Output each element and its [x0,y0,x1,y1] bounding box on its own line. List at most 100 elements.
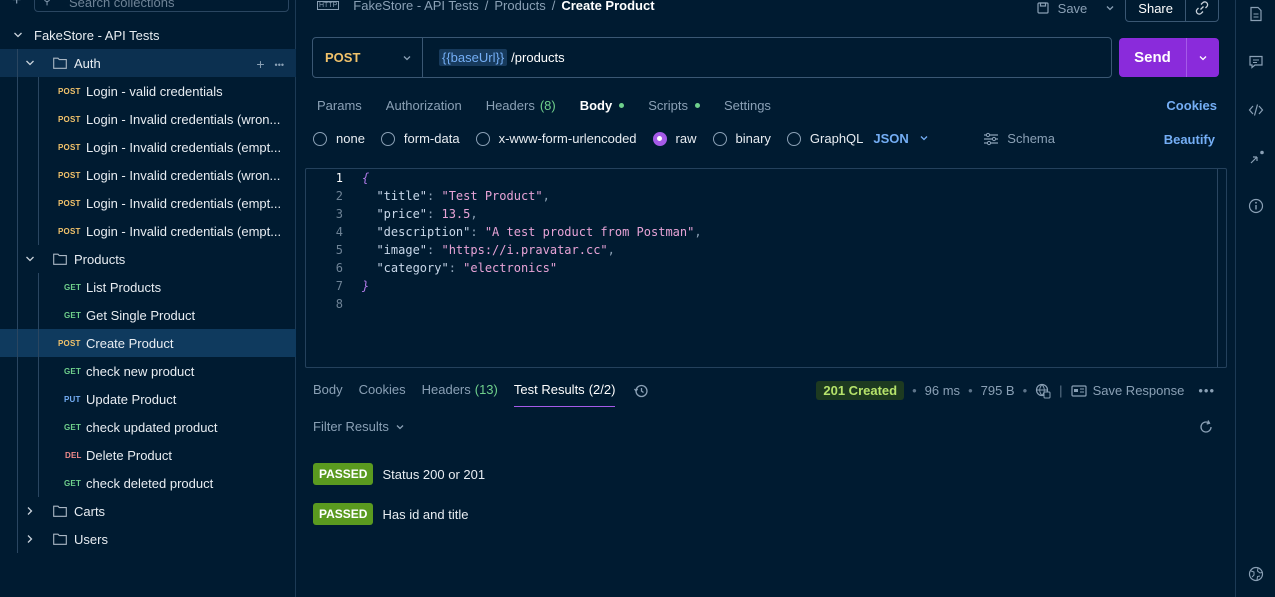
method-select[interactable]: POST [313,38,423,77]
documentation-icon[interactable] [1248,6,1264,22]
copy-link-button[interactable] [1185,0,1218,22]
more-options-icon[interactable]: ••• [1198,383,1215,398]
status-badge[interactable]: 201 Created [816,381,905,400]
refresh-icon[interactable] [1198,419,1214,438]
request-item[interactable]: POST Login - Invalid credentials (empt... [0,133,296,161]
response-tab-cookies[interactable]: Cookies [359,382,406,407]
request-item[interactable]: DEL Delete Product [0,441,296,469]
search-collections-input[interactable]: ⚲ Search collections [34,0,289,12]
request-label: check deleted product [86,476,214,491]
request-item[interactable]: POST Login - Invalid credentials (empt... [0,217,296,245]
tab-authorization[interactable]: Authorization [386,96,462,114]
save-button[interactable]: Save [1036,1,1116,16]
radio-button[interactable] [712,131,727,146]
chevron-down-icon[interactable] [25,58,35,68]
response-tab-test-results[interactable]: Test Results (2/2) [513,382,616,407]
tab-headers[interactable]: Headers (8) [486,96,556,114]
right-rail [1235,0,1275,597]
folder-row-users[interactable]: Users [0,525,296,553]
request-item[interactable]: GET check updated product [0,413,296,441]
response-tab-headers[interactable]: Headers (13) [422,382,498,407]
share-button[interactable]: Share [1125,0,1219,22]
chevron-right-icon[interactable] [25,534,35,544]
response-time[interactable]: 96 ms [925,383,960,398]
tree-guide-line [38,273,39,497]
format-select[interactable]: JSON [873,131,928,146]
code-token: "description" [362,225,471,239]
collection-row[interactable]: FakeStore - API Tests [0,21,296,49]
tab-label: Settings [723,97,771,113]
body-type-raw[interactable]: raw [652,131,697,146]
url-input[interactable]: {{baseUrl}} /products [439,49,565,66]
chevron-down-icon[interactable] [13,30,23,40]
info-icon[interactable] [1248,198,1264,214]
request-item[interactable]: POST Login - valid credentials [0,77,296,105]
share-label: Share [1138,0,1173,16]
request-item[interactable]: POST Login - Invalid credentials (wron... [0,161,296,189]
breadcrumb-folder[interactable]: Products [494,0,545,13]
code-token: "title" [362,189,428,203]
code-line: 2 "title": "Test Product", [306,187,1226,205]
radio-button[interactable] [313,131,327,146]
body-editor[interactable]: 1{2 "title": "Test Product", 3 "price": 1… [305,168,1227,368]
response-history-button[interactable] [633,383,649,402]
save-response-button[interactable]: Save Response [1070,383,1185,398]
request-item[interactable]: PUT Update Product [0,385,296,413]
request-label: Create Product [86,336,174,351]
network-info-icon[interactable] [1035,383,1051,399]
body-type-binary[interactable]: binary [712,131,771,146]
environment-globe-icon[interactable] [1248,566,1264,582]
schema-icon [984,132,999,145]
body-type-graphql[interactable]: GraphQL [786,131,863,146]
radio-button[interactable] [475,131,490,146]
code-token: : [448,261,464,275]
breadcrumb-collection[interactable]: FakeStore - API Tests [353,0,478,13]
url-variable: {{baseUrl}} [439,49,508,66]
chevron-down-icon[interactable] [1105,3,1115,13]
header-actions: Save Share [1036,0,1219,22]
test-name: Status 200 or 201 [382,466,486,482]
response-size[interactable]: 795 B [981,383,1015,398]
more-options-icon[interactable]: ••• [275,60,284,72]
request-item[interactable]: GET Get Single Product [0,301,296,329]
tab-params[interactable]: Params [317,96,362,114]
tab-settings[interactable]: Settings [724,96,771,114]
url-bar: POST {{baseUrl}} /products [312,37,1112,78]
body-type-x-www-form-urlencoded[interactable]: x-www-form-urlencoded [475,131,637,146]
radio-button[interactable] [652,131,667,146]
send-button[interactable]: Send [1119,49,1186,66]
breadcrumb-separator: / [551,0,556,13]
save-response-label: Save Response [1092,383,1185,398]
tab-scripts[interactable]: Scripts [648,96,700,114]
radio-button[interactable] [380,131,395,146]
folder-row-auth[interactable]: Auth + ••• [0,49,296,77]
related-collections-icon[interactable] [1248,150,1264,166]
chevron-down-icon[interactable] [25,254,35,264]
schema-button[interactable]: Schema [983,131,1055,146]
request-item[interactable]: GET check new product [0,357,296,385]
filter-results-dropdown[interactable]: Filter Results [313,419,405,434]
cookies-link[interactable]: Cookies [1166,98,1217,113]
request-item[interactable]: GET check deleted product [0,469,296,497]
body-type-none[interactable]: none [313,131,365,146]
request-item[interactable]: POST Login - Invalid credentials (empt... [0,189,296,217]
chevron-right-icon[interactable] [25,506,35,516]
request-item[interactable]: POST Create Product [0,329,296,357]
send-options-button[interactable] [1186,38,1219,77]
response-tab-body[interactable]: Body [313,382,343,407]
comments-icon[interactable] [1248,54,1264,70]
beautify-button[interactable]: Beautify [1164,132,1215,147]
folder-row-carts[interactable]: Carts [0,497,296,525]
folder-row-products[interactable]: Products [0,245,296,273]
tab-body[interactable]: Body [580,96,625,114]
method-badge: GET [64,479,82,488]
add-request-icon[interactable]: + [256,56,264,72]
request-label: Login - Invalid credentials (empt... [86,224,282,239]
body-type-form-data[interactable]: form-data [380,131,460,146]
radio-button[interactable] [786,131,801,146]
request-item[interactable]: GET List Products [0,273,296,301]
code-icon[interactable] [1248,102,1264,118]
breadcrumb-request[interactable]: Create Product [561,0,654,13]
request-item[interactable]: POST Login - Invalid credentials (wron... [0,105,296,133]
new-collection-icon[interactable]: + [12,0,21,10]
